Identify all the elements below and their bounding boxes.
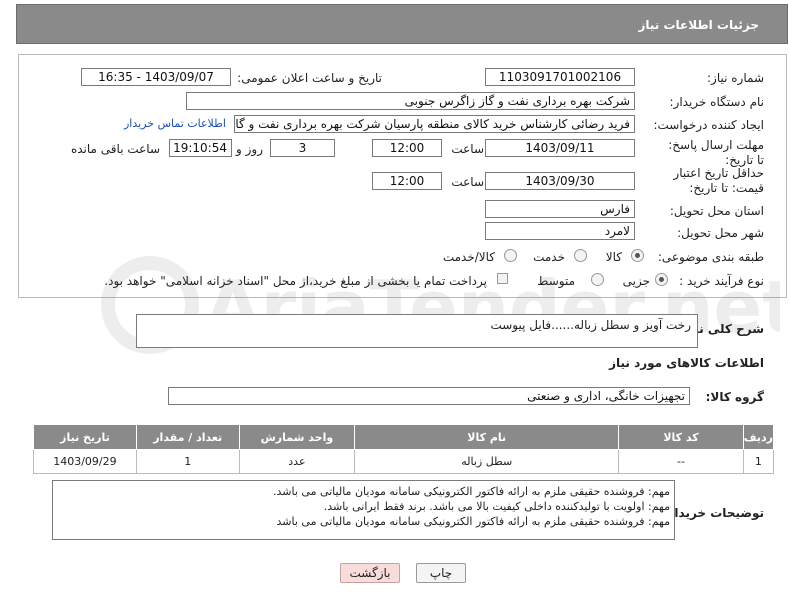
category-option-goods: کالا: [605, 250, 622, 264]
category-label: طبقه بندی موضوعی:: [657, 250, 764, 264]
validity-time-label: ساعت: [451, 175, 484, 189]
creator-label: ایجاد کننده درخواست:: [653, 118, 764, 132]
cell-quantity: 1: [135, 449, 240, 474]
page-header: جزئیات اطلاعات نیاز: [16, 4, 788, 44]
table-header-row: ردیف کد کالا نام کالا واحد شمارش تعداد /…: [33, 424, 775, 450]
announce-datetime-field: 1403/09/07 - 16:35: [81, 68, 231, 86]
goods-group-label: گروه کالا:: [705, 390, 764, 404]
city-label: شهر محل تحویل:: [677, 226, 764, 240]
price-validity-label: حداقل تاریخ اعتبار قیمت: تا تاریخ:: [673, 166, 764, 195]
need-number-field: 1103091701002106: [485, 68, 635, 86]
goods-group-field: تجهیزات خانگی، اداری و صنعتی: [168, 387, 690, 405]
days-remaining-field: 3: [270, 139, 335, 157]
table-row: 1 -- سطل زباله عدد 1 1403/09/29: [33, 449, 775, 474]
creator-field: فرید رضائی کارشناس خرید کالای منطقه پارس…: [234, 115, 635, 133]
col-row-number: ردیف: [742, 424, 775, 450]
col-quantity: تعداد / مقدار: [135, 424, 240, 450]
print-button[interactable]: چاپ: [416, 563, 466, 583]
purchase-option-minor: جزیی: [622, 274, 650, 288]
summary-field: رخت آویز و سطل زباله......فایل پیوست: [136, 314, 698, 348]
purchase-option-medium: متوسط: [537, 274, 575, 288]
category-radio-goods-service[interactable]: [504, 249, 517, 265]
col-need-date: تاریخ نیاز: [33, 424, 137, 450]
back-button[interactable]: بازگشت: [340, 563, 400, 583]
cell-unit: عدد: [238, 449, 356, 474]
reply-deadline-label: مهلت ارسال پاسخ: تا تاریخ:: [668, 138, 764, 167]
category-option-goods-service: کالا/خدمت: [442, 250, 495, 264]
category-option-service: خدمت: [533, 250, 565, 264]
buyer-contact-link[interactable]: اطلاعات تماس خریدار: [124, 117, 226, 130]
purchase-radio-medium[interactable]: [591, 273, 604, 289]
validity-time-field: 12:00: [372, 172, 442, 190]
validity-date-field: 1403/09/30: [485, 172, 635, 190]
cell-goods-name: سطل زباله: [354, 449, 620, 474]
province-label: استان محل تحویل:: [669, 204, 764, 218]
remaining-time-label: ساعت باقی مانده: [70, 142, 160, 156]
buyer-notes-label: توضیحات خریدار:: [662, 506, 764, 520]
goods-info-title: اطلاعات کالاهای مورد نیاز: [609, 356, 764, 370]
col-unit: واحد شمارش: [238, 424, 356, 450]
reply-time-label: ساعت: [451, 142, 484, 156]
reply-time-field: 12:00: [372, 139, 442, 157]
treasury-payment-note: پرداخت تمام یا بخشی از مبلغ خرید،از محل …: [104, 274, 487, 288]
col-goods-name: نام کالا: [354, 424, 620, 450]
city-field: لامرد: [485, 222, 635, 240]
treasury-payment-checkbox[interactable]: [497, 273, 508, 284]
province-field: فارس: [485, 200, 635, 218]
buyer-note-line: مهم: فروشنده حقیقی ملزم به ارائه فاکتور …: [276, 515, 671, 528]
buyer-note-line: مهم: فروشنده حقیقی ملزم به ارائه فاکتور …: [273, 485, 670, 498]
cell-goods-code: --: [618, 449, 744, 474]
col-goods-code: کد کالا: [618, 424, 744, 450]
remaining-time-field: 19:10:54: [169, 139, 232, 157]
buyer-notes-field: مهم: فروشنده حقیقی ملزم به ارائه فاکتور …: [52, 480, 675, 540]
need-number-label: شماره نیاز:: [707, 71, 764, 85]
buyer-org-field: شرکت بهره برداری نفت و گاز زاگرس جنوبی: [186, 92, 635, 110]
cell-need-date: 1403/09/29: [33, 449, 137, 474]
buyer-org-label: نام دستگاه خریدار:: [669, 95, 765, 109]
category-radio-service[interactable]: [574, 249, 587, 265]
category-radio-goods[interactable]: [631, 249, 644, 265]
purchase-radio-minor[interactable]: [655, 273, 668, 289]
purchase-type-label: نوع فرآیند خرید :: [679, 274, 764, 288]
announce-datetime-label: تاریخ و ساعت اعلان عمومی:: [237, 71, 382, 85]
goods-table: ردیف کد کالا نام کالا واحد شمارش تعداد /…: [33, 424, 775, 474]
reply-date-field: 1403/09/11: [485, 139, 635, 157]
page-title: جزئیات اطلاعات نیاز: [638, 18, 759, 32]
buyer-note-line: مهم: اولویت با تولیدکننده داخلی کیفیت با…: [323, 500, 670, 513]
summary-text: رخت آویز و سطل زباله......فایل پیوست: [490, 318, 691, 332]
days-label: روز و: [236, 142, 263, 156]
cell-row-number: 1: [742, 449, 775, 474]
